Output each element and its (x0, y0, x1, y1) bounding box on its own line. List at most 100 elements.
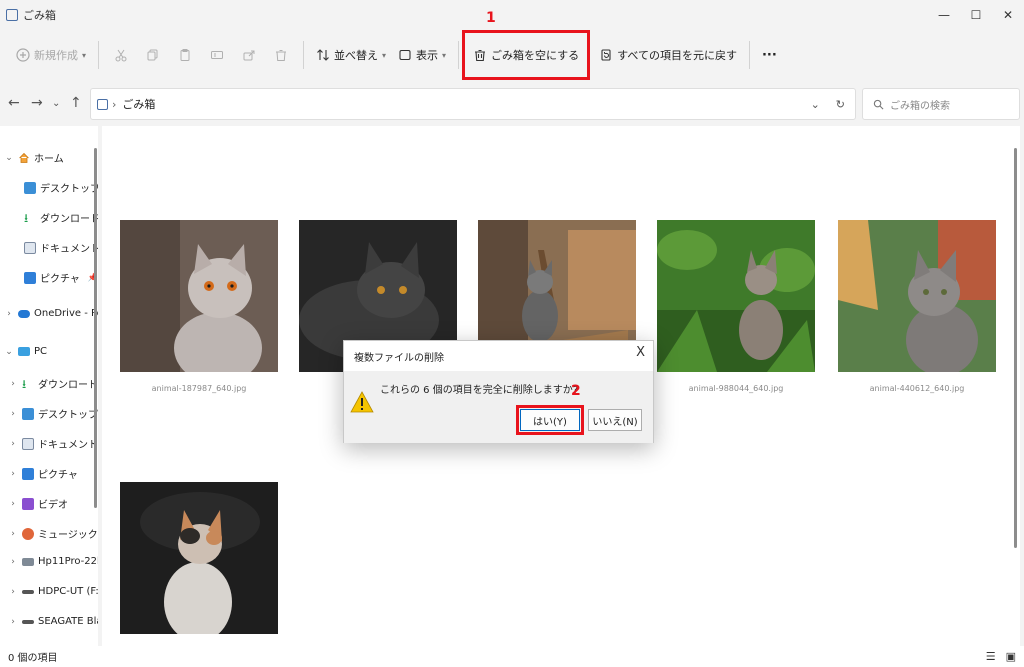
dialog-message: これらの 6 個の項目を完全に削除しますか? (380, 385, 579, 396)
cat-photo-thumbnail (120, 482, 278, 634)
drive-icon (22, 589, 34, 594)
recycle-bin-icon (97, 98, 108, 110)
restore-all-button[interactable]: すべての項目を元に戻す (593, 40, 743, 70)
sidebar-item-drive-f[interactable]: › HDPC-UT (F:) (8, 586, 98, 597)
item-count: 0 個の項目 (8, 653, 58, 664)
close-icon[interactable]: ✕ (992, 0, 1024, 30)
file-name: animal-440612_640.jpg (869, 384, 965, 393)
back-arrow-icon[interactable]: ← (8, 95, 20, 111)
dialog-title: 複数ファイルの削除 (354, 353, 444, 364)
search-input[interactable]: ごみ箱の検索 (862, 88, 1020, 120)
explorer-window: ごみ箱 — ☐ ✕ 新規作成 ▾ 並べ替え ▾ 表示 ▾ ごみ箱を空にする すべ… (0, 0, 1024, 667)
restore-all-label: すべての項目を元に戻す (617, 49, 737, 62)
sort-label: 並べ替え (334, 49, 379, 62)
cut-button[interactable] (105, 40, 137, 70)
cloud-icon (18, 309, 30, 318)
drive-icon (22, 619, 34, 624)
file-name: animal-988044_640.jpg (688, 384, 784, 393)
home-icon (19, 152, 29, 163)
sidebar-item-pc-documents[interactable]: › ドキュメント (8, 436, 98, 451)
status-bar: 0 個の項目 ☰ ▣ (0, 646, 1024, 667)
paste-button[interactable] (169, 40, 201, 70)
no-button[interactable]: いいえ(N) (588, 409, 642, 431)
copy-icon (147, 49, 158, 61)
yes-button[interactable]: はい(Y) (516, 405, 584, 435)
plus-circle-icon (16, 48, 30, 62)
breadcrumb-chevron-icon: › (112, 97, 117, 111)
drive-icon (22, 557, 34, 566)
command-bar: 新規作成 ▾ 並べ替え ▾ 表示 ▾ ごみ箱を空にする すべての項目を元に戻す … (0, 30, 1024, 80)
recycle-bin-icon (6, 9, 18, 21)
sort-button[interactable]: 並べ替え ▾ (310, 40, 392, 70)
sidebar-item-videos[interactable]: › ビデオ (8, 496, 68, 511)
file-view-scrollbar[interactable] (1014, 148, 1017, 548)
dialog-body: これらの 6 個の項目を完全に削除しますか? はい(Y) いいえ(N) (344, 371, 653, 443)
sidebar-item-home[interactable]: ⌄ ホーム (4, 150, 64, 165)
restore-icon (601, 49, 611, 61)
desktop-icon (22, 407, 34, 420)
cat-photo-thumbnail (657, 220, 815, 372)
computer-icon (18, 347, 30, 356)
tiles-view-icon[interactable]: ▣ (1006, 650, 1016, 663)
sidebar-item-downloads[interactable]: ⭳ ダウンロード📌 (20, 210, 98, 226)
details-view-icon[interactable]: ☰ (986, 650, 996, 663)
delete-confirmation-dialog: 複数ファイルの削除 X これらの 6 個の項目を完全に削除しますか? はい(Y)… (343, 340, 654, 443)
forward-arrow-icon[interactable]: → (31, 95, 43, 111)
sidebar-item-pictures[interactable]: ピクチャ 📌 (20, 270, 98, 285)
rename-button[interactable] (201, 40, 233, 70)
sidebar-item-pc-downloads[interactable]: › ⭳ ダウンロード (8, 376, 98, 392)
share-icon (243, 50, 255, 61)
dialog-close-icon[interactable]: X (636, 345, 645, 360)
empty-recycle-bin-button[interactable]: ごみ箱を空にする (462, 30, 591, 80)
step-2-marker: 2 (571, 383, 581, 399)
document-icon (24, 241, 36, 254)
breadcrumb[interactable]: ごみ箱 (122, 96, 155, 112)
file-name: animal-187987_640.jpg (151, 384, 247, 393)
sidebar-item-onedrive[interactable]: › OneDrive - Perso (4, 308, 98, 319)
empty-bin-label: ごみ箱を空にする (491, 49, 580, 62)
document-icon (22, 437, 34, 450)
delete-button[interactable] (265, 40, 297, 70)
minimize-icon[interactable]: — (928, 0, 960, 30)
view-label: 表示 (416, 49, 439, 62)
download-icon: ⭳ (22, 376, 27, 391)
sidebar-item-pc[interactable]: ⌄ PC (4, 346, 47, 357)
cat-photo-thumbnail (838, 220, 996, 372)
sidebar-item-documents[interactable]: ドキュメント📌 (20, 240, 98, 255)
step-1-marker: 1 (486, 10, 496, 26)
search-placeholder: ごみ箱の検索 (890, 100, 950, 112)
download-icon: ⭳ (24, 210, 29, 225)
sidebar-item-pc-desktop[interactable]: › デスクトップ (8, 406, 98, 421)
window-controls: — ☐ ✕ (928, 0, 1024, 30)
sidebar-scrollbar[interactable] (94, 148, 97, 508)
new-button[interactable]: 新規作成 ▾ (10, 40, 92, 70)
share-button[interactable] (233, 40, 265, 70)
file-thumbnail[interactable] (120, 220, 278, 372)
up-arrow-icon[interactable]: ↑ (70, 95, 82, 111)
new-label: 新規作成 (34, 49, 78, 62)
file-thumbnail[interactable] (657, 220, 815, 372)
video-icon (22, 497, 34, 510)
sidebar-item-music[interactable]: › ミュージック (8, 526, 98, 541)
recent-chevron-icon[interactable]: ⌄ (52, 98, 60, 109)
sidebar-item-pc-pictures[interactable]: › ピクチャ (8, 466, 78, 481)
view-button[interactable]: 表示 ▾ (392, 40, 452, 70)
sidebar-item-seagate[interactable]: › SEAGATE Black (8, 616, 98, 627)
title-bar: ごみ箱 — ☐ ✕ (0, 0, 1024, 30)
sidebar-item-desktop[interactable]: デスクトップ📌 (20, 180, 98, 195)
pictures-icon (24, 271, 36, 284)
copy-button[interactable] (137, 40, 169, 70)
rename-icon (211, 51, 224, 59)
refresh-icon[interactable]: ↻ (836, 98, 845, 111)
more-options-button[interactable]: ··· (756, 40, 783, 70)
file-thumbnail[interactable] (120, 482, 278, 634)
address-dropdown-icon[interactable]: ⌄ (811, 98, 820, 111)
maximize-icon[interactable]: ☐ (960, 0, 992, 30)
pictures-icon (22, 467, 34, 480)
sort-icon (317, 49, 329, 61)
sidebar-item-drive-c[interactable]: › Hp11Pro-22h2- (8, 556, 98, 567)
desktop-icon (24, 181, 36, 194)
address-bar[interactable]: › ごみ箱 ⌄ ↻ (90, 88, 856, 120)
navigation-pane: ⌄ ホーム デスクトップ📌 ⭳ ダウンロード📌 ドキュメント📌 ピクチャ📌 › … (0, 126, 98, 646)
file-thumbnail[interactable] (838, 220, 996, 372)
